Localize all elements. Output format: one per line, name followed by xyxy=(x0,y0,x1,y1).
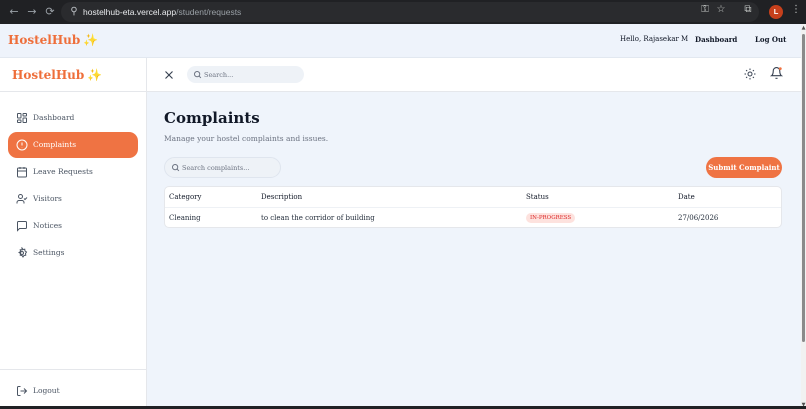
scrollbar-thumb[interactable] xyxy=(802,34,805,342)
column-header-description: Description xyxy=(261,193,303,201)
message-square-icon xyxy=(17,221,27,232)
complaints-search xyxy=(164,157,281,178)
search-icon xyxy=(172,164,180,172)
cell-description: to clean the corridor of building xyxy=(261,214,375,222)
calendar-icon xyxy=(17,167,27,178)
status-badge: IN-PROGRESS xyxy=(526,212,576,223)
sidebar-item-leave-requests[interactable]: Leave Requests xyxy=(8,159,138,185)
greeting-text: Hello, Rajasekar M xyxy=(620,35,689,43)
sidebar-item-label: Complaints xyxy=(33,140,77,149)
column-header-status: Status xyxy=(526,193,549,201)
sidebar-item-settings[interactable]: Settings xyxy=(8,240,138,266)
user-check-icon xyxy=(16,194,28,204)
sidebar-item-label: Leave Requests xyxy=(33,167,93,176)
site-header: HostelHub ✨ Hello, Rajasekar M Dashboard … xyxy=(0,24,801,58)
global-search xyxy=(187,66,304,83)
settings-icon xyxy=(18,247,28,258)
column-header-category: Category xyxy=(169,193,202,201)
sidebar-item-notices[interactable]: Notices xyxy=(8,213,138,239)
sidebar-logo[interactable]: HostelHub ✨ xyxy=(12,68,102,82)
cell-status: IN-PROGRESS xyxy=(526,208,576,228)
search-icon xyxy=(194,71,202,79)
sidebar-item-label: Visitors xyxy=(33,194,62,203)
forward-arrow-icon[interactable]: → xyxy=(24,4,40,20)
alert-circle-icon xyxy=(16,139,28,151)
submit-complaint-button[interactable]: Submit Complaint xyxy=(706,157,782,178)
bookmark-star-icon[interactable]: ☆ xyxy=(713,2,729,18)
complaints-search-input[interactable] xyxy=(182,162,277,174)
sidebar-divider xyxy=(0,369,147,370)
header-dashboard-link[interactable]: Dashboard xyxy=(695,35,737,44)
complaints-table: Category Description Status Date Cleanin… xyxy=(164,186,782,228)
reload-icon[interactable]: ⟳ xyxy=(42,4,58,20)
sidebar-item-dashboard[interactable]: Dashboard xyxy=(8,105,138,131)
browser-menu-icon[interactable]: ⋮ xyxy=(788,2,804,18)
sidebar-item-complaints[interactable]: Complaints xyxy=(8,132,138,158)
main-topbar xyxy=(147,58,801,92)
global-search-input[interactable] xyxy=(204,68,296,81)
extensions-icon[interactable]: ⧉ xyxy=(740,2,756,18)
sidebar-item-label: Settings xyxy=(33,248,65,257)
url-text[interactable]: hostelhub-eta.vercel.app/student/request… xyxy=(83,2,241,22)
close-icon[interactable] xyxy=(162,68,176,82)
dashboard-icon xyxy=(17,113,27,123)
profile-avatar[interactable]: L xyxy=(769,5,783,19)
sparkle-icon: ✨ xyxy=(83,33,99,47)
page-title: Complaints xyxy=(164,109,260,127)
back-arrow-icon[interactable]: ← xyxy=(6,4,22,20)
header-logout-link[interactable]: Log Out xyxy=(755,35,786,44)
table-header: Category Description Status Date xyxy=(165,187,781,208)
cell-category: Cleaning xyxy=(169,214,201,222)
table-row[interactable]: Cleaning to clean the corridor of buildi… xyxy=(165,208,781,228)
main-content: Complaints Manage your hostel complaints… xyxy=(147,92,801,409)
site-logo[interactable]: HostelHub ✨ xyxy=(8,33,98,47)
sidebar: HostelHub ✨ Dashboard Complaints Leave Re… xyxy=(0,58,147,409)
sun-icon[interactable] xyxy=(744,68,756,80)
bell-icon[interactable] xyxy=(770,66,783,80)
page-scrollbar[interactable]: ▲ ▼ xyxy=(801,24,806,409)
page-subtitle: Manage your hostel complaints and issues… xyxy=(164,134,329,143)
sidebar-divider xyxy=(0,91,147,92)
sidebar-logout-label: Logout xyxy=(33,386,60,395)
scroll-up-arrow-icon[interactable]: ▲ xyxy=(801,25,806,31)
column-header-date: Date xyxy=(678,193,695,201)
address-bar[interactable]: ⚲ hostelhub-eta.vercel.app/student/reque… xyxy=(61,2,759,22)
browser-toolbar: ← → ⟳ ⚲ hostelhub-eta.vercel.app/student… xyxy=(0,0,806,24)
sidebar-item-label: Dashboard xyxy=(33,113,75,122)
cell-date: 27/06/2026 xyxy=(678,214,719,222)
sparkle-icon: ✨ xyxy=(87,68,103,82)
sidebar-item-label: Notices xyxy=(33,221,62,230)
sidebar-item-visitors[interactable]: Visitors xyxy=(8,186,138,212)
site-info-icon[interactable]: ⚲ xyxy=(67,4,81,20)
sidebar-logout[interactable]: Logout xyxy=(8,378,138,404)
password-key-icon[interactable]: ⚿ xyxy=(697,2,713,18)
logout-icon xyxy=(17,386,28,396)
